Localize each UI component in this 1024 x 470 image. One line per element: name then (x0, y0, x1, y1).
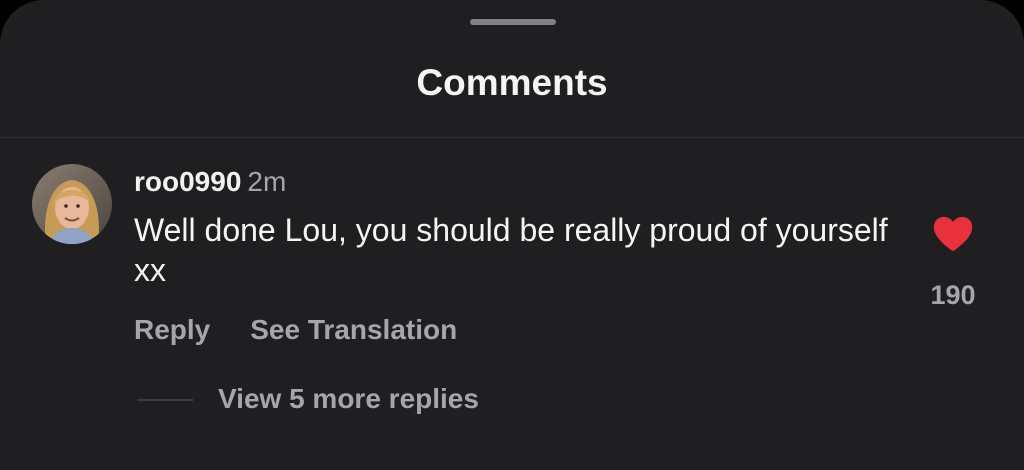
sheet-title: Comments (416, 62, 608, 103)
comment-time: 2m (247, 166, 287, 197)
header-divider (0, 137, 1024, 138)
comment-actions: Reply See Translation (134, 312, 457, 348)
avatar[interactable] (32, 164, 112, 244)
see-translation-button[interactable]: See Translation (250, 312, 457, 348)
like-count: 190 (930, 280, 976, 310)
like-button[interactable] (930, 210, 976, 256)
user-avatar-icon (32, 164, 112, 244)
drag-handle[interactable] (470, 19, 556, 25)
heart-filled-icon (933, 216, 973, 251)
replies-divider (137, 399, 193, 401)
comment-text: Well done Lou, you should be really prou… (134, 212, 888, 288)
view-more-replies-button[interactable]: View 5 more replies (218, 381, 479, 417)
comments-sheet: Comments roo0990 2m Well done Lou, you s… (0, 0, 1024, 470)
comment-username[interactable]: roo0990 (134, 166, 241, 197)
reply-button[interactable]: Reply (134, 312, 210, 348)
